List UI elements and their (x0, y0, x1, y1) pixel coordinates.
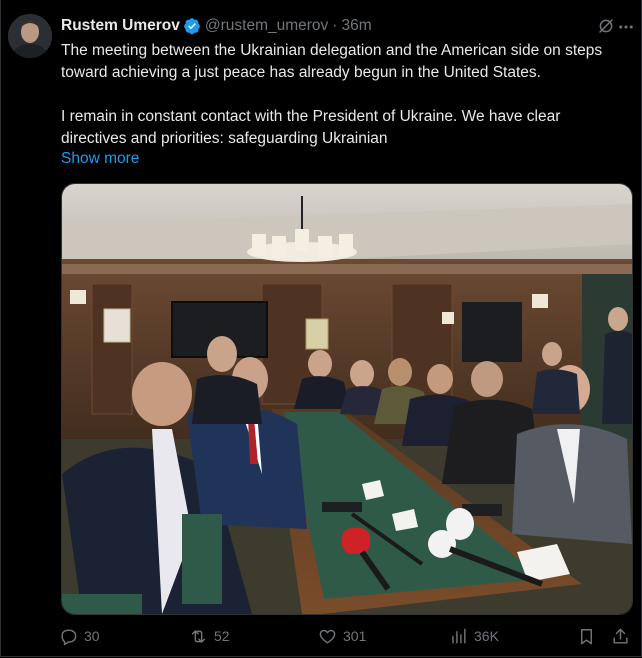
post-text: The meeting between the Ukrainian delega… (61, 40, 626, 150)
grok-icon[interactable] (597, 17, 615, 35)
repost-icon (191, 629, 206, 643)
views-icon (452, 628, 466, 644)
post-container[interactable]: Rustem Umerov @rustem_umerov · 36m The m… (0, 0, 642, 657)
like-button[interactable]: 301 (318, 624, 366, 648)
bookmark-icon (581, 628, 592, 644)
reply-button[interactable]: 30 (59, 624, 100, 648)
bookmark-button[interactable] (577, 624, 602, 648)
reply-icon (61, 628, 77, 645)
repost-count: 52 (214, 628, 230, 644)
share-icon (613, 628, 628, 644)
action-bar: 30 52 301 36K (59, 624, 639, 648)
show-more-link[interactable]: Show more (61, 150, 139, 168)
views-button[interactable]: 36K (449, 624, 499, 648)
views-count: 36K (474, 628, 499, 644)
avatar[interactable] (8, 14, 52, 58)
repost-button[interactable]: 52 (189, 624, 230, 648)
like-count: 301 (343, 628, 367, 644)
post-header: Rustem Umerov @rustem_umerov · 36m (61, 15, 627, 37)
post-time[interactable]: 36m (341, 17, 371, 35)
share-button[interactable] (611, 624, 636, 648)
like-icon (319, 629, 336, 644)
separator-dot: · (332, 17, 338, 34)
author-name[interactable]: Rustem Umerov (61, 17, 180, 35)
reply-count: 30 (84, 628, 100, 644)
post-photo[interactable] (61, 183, 633, 615)
verified-badge-icon (184, 18, 200, 35)
more-icon[interactable] (617, 18, 635, 36)
post-paragraph-2: I remain in constant contact with the Pr… (61, 108, 561, 147)
author-handle[interactable]: @rustem_umerov (205, 17, 328, 35)
post-paragraph-1: The meeting between the Ukrainian delega… (61, 42, 603, 81)
